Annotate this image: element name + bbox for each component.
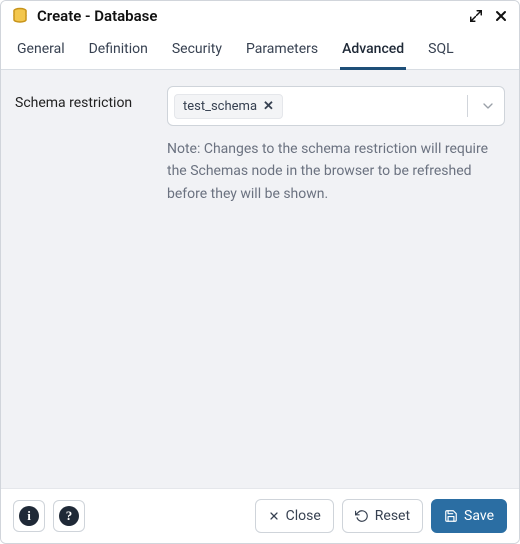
schema-restriction-note: Note: Changes to the schema restriction … <box>167 138 505 205</box>
tab-general[interactable]: General <box>15 33 67 70</box>
save-button-label: Save <box>464 508 494 524</box>
create-database-dialog: Create - Database General Definition Sec… <box>0 0 520 544</box>
info-icon: i <box>19 506 39 526</box>
titlebar-right <box>469 8 509 24</box>
tab-sql[interactable]: SQL <box>426 33 455 70</box>
schema-chip-remove-icon[interactable]: ✕ <box>263 99 274 114</box>
tab-advanced[interactable]: Advanced <box>340 33 406 70</box>
chevron-down-icon[interactable] <box>480 87 496 125</box>
schema-chip-label: test_schema <box>183 99 257 114</box>
schema-restriction-row: Schema restriction test_schema ✕ Note: C… <box>15 86 505 205</box>
reset-button[interactable]: Reset <box>342 499 423 533</box>
help-icon: ? <box>59 506 79 526</box>
schema-restriction-label: Schema restriction <box>15 86 155 113</box>
save-icon <box>444 509 458 523</box>
schema-restriction-field-col: test_schema ✕ Note: Changes to the schem… <box>167 86 505 205</box>
select-divider <box>467 95 468 117</box>
close-button-label: Close <box>286 508 321 524</box>
save-button[interactable]: Save <box>431 499 507 533</box>
close-button[interactable]: Close <box>255 499 334 533</box>
titlebar: Create - Database <box>1 1 519 29</box>
advanced-panel: Schema restriction test_schema ✕ Note: C… <box>1 70 519 488</box>
tab-security[interactable]: Security <box>170 33 224 70</box>
footer: i ? Close Reset <box>1 488 519 543</box>
tabs: General Definition Security Parameters A… <box>1 29 519 70</box>
info-button[interactable]: i <box>13 500 45 532</box>
titlebar-left: Create - Database <box>11 7 157 25</box>
expand-icon[interactable] <box>469 9 483 23</box>
schema-chip: test_schema ✕ <box>174 94 283 119</box>
reset-icon <box>355 509 369 523</box>
close-icon[interactable] <box>493 8 509 24</box>
database-icon <box>11 7 29 25</box>
tab-parameters[interactable]: Parameters <box>244 33 320 70</box>
help-button[interactable]: ? <box>53 500 85 532</box>
reset-button-label: Reset <box>375 508 410 524</box>
schema-restriction-select[interactable]: test_schema ✕ <box>167 86 505 126</box>
dialog-title: Create - Database <box>37 7 157 25</box>
tab-definition[interactable]: Definition <box>87 33 150 70</box>
close-x-icon <box>268 510 280 522</box>
